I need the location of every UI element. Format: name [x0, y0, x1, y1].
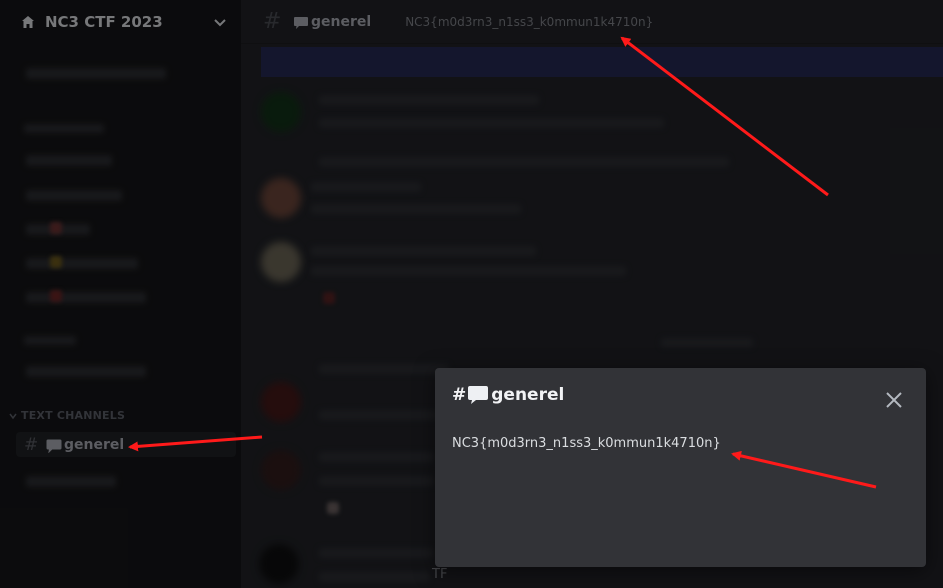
hash-icon: #: [452, 385, 467, 405]
modal-topic-text: NC3{m0d3rn3_n1ss3_k0mmun1k4710n}: [452, 436, 721, 451]
modal-title: # generel: [452, 385, 564, 405]
discord-window: NC3 CTF 2023 TEXT CHANNELS # generel # g…: [0, 0, 943, 588]
speech-bubble-icon: [467, 385, 489, 405]
modal-title-text: generel: [491, 385, 565, 405]
close-icon[interactable]: [884, 390, 904, 410]
channel-topic-modal: # generel NC3{m0d3rn3_n1ss3_k0mmun1k4710…: [435, 368, 926, 567]
